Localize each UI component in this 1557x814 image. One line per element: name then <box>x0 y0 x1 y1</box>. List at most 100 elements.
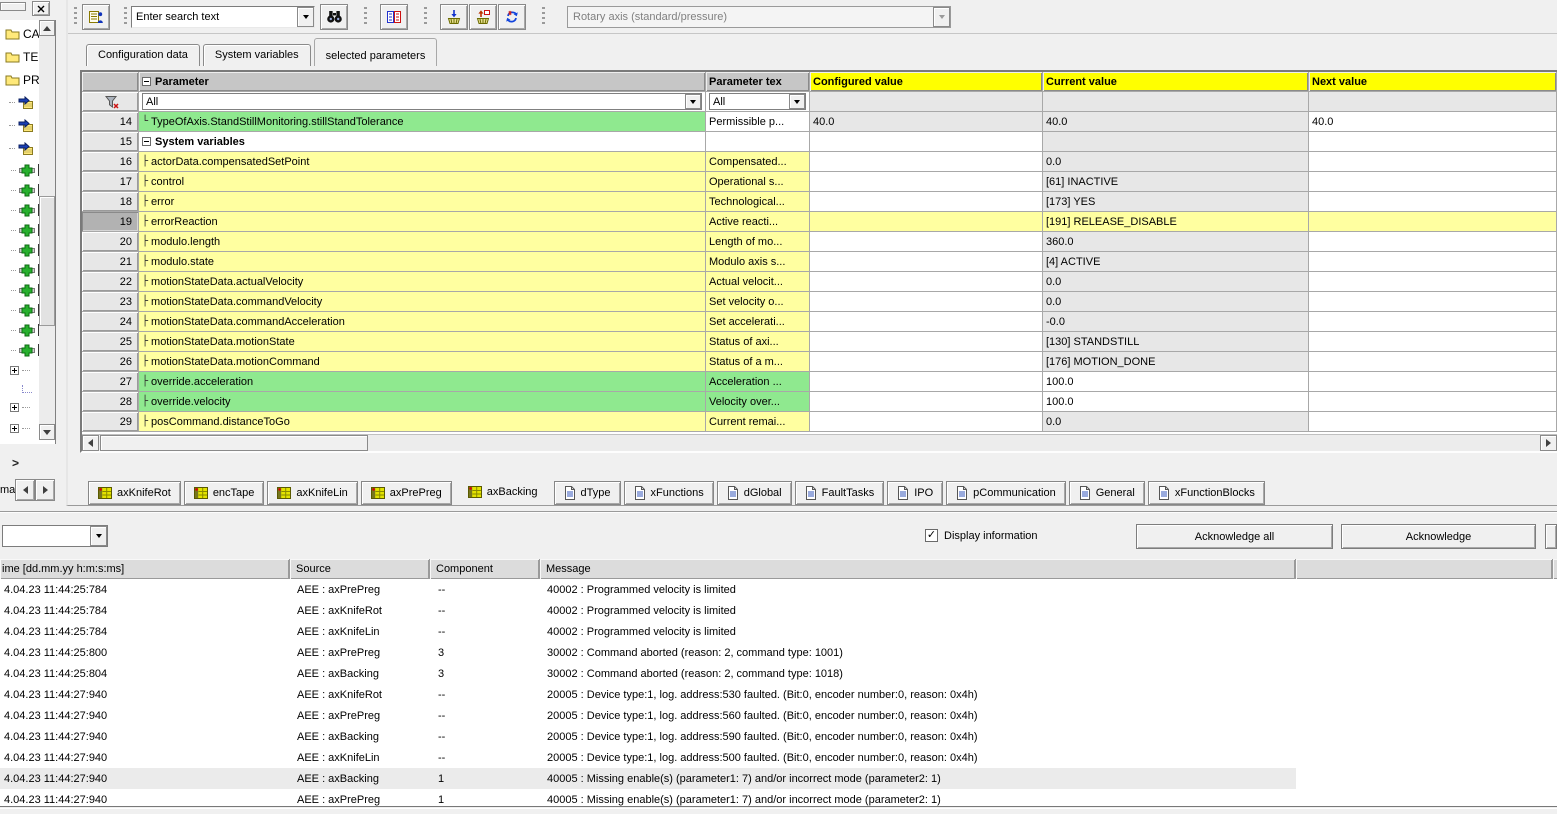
tree-item-folder-tec[interactable]: TEC <box>0 45 40 68</box>
grid-cell-parameter[interactable]: ├errorReaction <box>139 212 706 232</box>
detail-tab-xfunctions[interactable]: xFunctions <box>624 481 714 505</box>
grid-rownum[interactable]: 26 <box>82 352 139 372</box>
grid-cell-next-value[interactable] <box>1309 212 1557 232</box>
alarm-row[interactable]: 4.04.23 11:44:25:784AEE : axPrePreg--400… <box>0 579 1296 600</box>
collapse-icon[interactable] <box>142 77 151 86</box>
detail-tab-axknifelin[interactable]: axKnifeLin <box>267 481 357 505</box>
grid-cell-next-value[interactable] <box>1309 152 1557 172</box>
search-input[interactable] <box>132 7 297 27</box>
grid-header-configured-value[interactable]: Configured value <box>810 72 1043 92</box>
chevron-down-icon[interactable] <box>297 7 314 27</box>
grid-cell-next-value[interactable] <box>1309 172 1557 192</box>
grid-cell-current-value[interactable]: 40.0 <box>1043 112 1309 132</box>
scrollbar-thumb[interactable] <box>39 196 55 326</box>
grid-cell-configured-value[interactable] <box>810 172 1043 192</box>
grid-cell-next-value[interactable] <box>1309 352 1557 372</box>
grid-rownum[interactable]: 21 <box>82 252 139 272</box>
grid-cell-current-value[interactable]: 100.0 <box>1043 392 1309 412</box>
tab-system-variables[interactable]: System variables <box>203 44 311 66</box>
scrollbar-thumb[interactable] <box>100 435 368 451</box>
grid-cell-configured-value[interactable] <box>810 292 1043 312</box>
search-combobox[interactable] <box>131 6 315 28</box>
grid-header-parameter[interactable]: Parameter <box>139 72 706 92</box>
scroll-up-icon[interactable] <box>39 20 55 36</box>
tree-item-axis[interactable] <box>0 220 40 240</box>
alarm-row[interactable]: 4.04.23 11:44:27:940AEE : axKnifeRot--20… <box>0 684 1296 705</box>
grid-cell-current-value[interactable]: [130] STANDSTILL <box>1043 332 1309 352</box>
grid-rownum[interactable]: 23 <box>82 292 139 312</box>
close-icon[interactable] <box>32 1 50 16</box>
scroll-down-icon[interactable] <box>39 424 55 440</box>
grid-cell-parameter[interactable]: ├override.acceleration <box>139 372 706 392</box>
alarm-row[interactable]: 4.04.23 11:44:27:940AEE : axBacking--200… <box>0 726 1296 747</box>
tab-scroll-right-icon[interactable] <box>35 479 55 501</box>
grid-cell-parameter[interactable]: ├motionStateData.motionState <box>139 332 706 352</box>
grid-cell-parameter[interactable]: ├motionStateData.actualVelocity <box>139 272 706 292</box>
grid-cell-configured-value[interactable] <box>810 372 1043 392</box>
grid-rownum[interactable]: 15 <box>82 132 139 152</box>
detail-tab-faulttasks[interactable]: FaultTasks <box>795 481 885 505</box>
grid-cell-current-value[interactable]: 0.0 <box>1043 292 1309 312</box>
grid-cell-configured-value[interactable] <box>810 152 1043 172</box>
grid-cell-current-value[interactable]: [4] ACTIVE <box>1043 252 1309 272</box>
tab-scroll-left-icon[interactable] <box>15 479 35 501</box>
grid-cell-configured-value[interactable]: 40.0 <box>810 112 1043 132</box>
scroll-left-icon[interactable] <box>82 435 99 451</box>
grid-rownum[interactable]: 29 <box>82 412 139 432</box>
tree-item-insert-object[interactable] <box>0 91 40 114</box>
load-to-target-button[interactable] <box>440 4 468 30</box>
detail-tab-axkniferot[interactable]: axKnifeRot <box>88 481 181 505</box>
tab-selected-parameters[interactable]: selected parameters <box>314 38 438 66</box>
grid-rownum[interactable]: 24 <box>82 312 139 332</box>
grid-cell-configured-value[interactable] <box>810 392 1043 412</box>
log-column-ime-dd-mm-yy-h-m-s-ms[interactable]: ime [dd.mm.yy h:m:s:ms] <box>0 559 290 579</box>
detail-tab-dtype[interactable]: dType <box>554 481 621 505</box>
grid-cell-parameter[interactable]: ├motionStateData.commandAcceleration <box>139 312 706 332</box>
grid-cell-next-value[interactable] <box>1309 252 1557 272</box>
tree-item-expand[interactable] <box>0 418 40 439</box>
tree-item-insert-object[interactable] <box>0 137 40 160</box>
grid-cell-current-value[interactable]: [61] INACTIVE <box>1043 172 1309 192</box>
grid-cell-configured-value[interactable] <box>810 132 1043 152</box>
grid-cell-next-value[interactable] <box>1309 312 1557 332</box>
grid-rownum[interactable]: 14 <box>82 112 139 132</box>
tree-item-axis[interactable] <box>0 340 40 360</box>
alarm-row[interactable]: 4.04.23 11:44:27:940AEE : axKnifeLin--20… <box>0 747 1296 768</box>
tree-item-axis[interactable] <box>0 180 40 200</box>
chevron-down-icon[interactable] <box>685 94 701 109</box>
detail-tab-xfunctionblocks[interactable]: xFunctionBlocks <box>1148 481 1265 505</box>
grid-cell-next-value[interactable] <box>1309 392 1557 412</box>
log-column-message[interactable]: Message <box>540 559 1296 579</box>
alarm-row[interactable]: 4.04.23 11:44:25:804AEE : axBacking33000… <box>0 663 1296 684</box>
detail-tab-axprepreg[interactable]: axPrePreg <box>361 481 452 505</box>
grid-cell-parameter[interactable]: └TypeOfAxis.StandStillMonitoring.stillSt… <box>139 112 706 132</box>
grid-cell-current-value[interactable]: 100.0 <box>1043 372 1309 392</box>
grid-rownum[interactable]: 25 <box>82 332 139 352</box>
compare-values-button[interactable] <box>380 4 408 30</box>
grid-rownum[interactable]: 16 <box>82 152 139 172</box>
tree-item-axis[interactable] <box>0 320 40 340</box>
grid-cell-parameter[interactable]: ├modulo.state <box>139 252 706 272</box>
grid-cell-current-value[interactable]: [173] YES <box>1043 192 1309 212</box>
log-column-source[interactable]: Source <box>290 559 430 579</box>
grid-cell-current-value[interactable]: [191] RELEASE_DISABLE <box>1043 212 1309 232</box>
grid-cell-configured-value[interactable] <box>810 412 1043 432</box>
tree-item-expand[interactable] <box>0 397 40 418</box>
grid-cell-parameter[interactable]: System variables <box>139 132 706 152</box>
tree-item-axis[interactable] <box>0 240 40 260</box>
acknowledge-all-button[interactable]: Acknowledge all <box>1136 524 1333 549</box>
log-column-component[interactable]: Component <box>430 559 540 579</box>
grid-cell-parameter[interactable]: ├posCommand.distanceToGo <box>139 412 706 432</box>
tree-item-axis[interactable] <box>0 160 40 180</box>
grid-cell-current-value[interactable]: -0.0 <box>1043 312 1309 332</box>
grid-cell-next-value[interactable] <box>1309 192 1557 212</box>
grid-cell-configured-value[interactable] <box>810 312 1043 332</box>
search-button[interactable] <box>320 4 348 30</box>
alarm-row[interactable]: 4.04.23 11:44:25:784AEE : axKnifeRot--40… <box>0 600 1296 621</box>
grid-rownum[interactable]: 17 <box>82 172 139 192</box>
grid-cell-next-value[interactable] <box>1309 372 1557 392</box>
grid-cell-next-value[interactable] <box>1309 412 1557 432</box>
grid-cell-configured-value[interactable] <box>810 192 1043 212</box>
tree-item-expand[interactable] <box>0 360 40 381</box>
display-information-checkbox[interactable]: ✓ <box>925 529 938 542</box>
